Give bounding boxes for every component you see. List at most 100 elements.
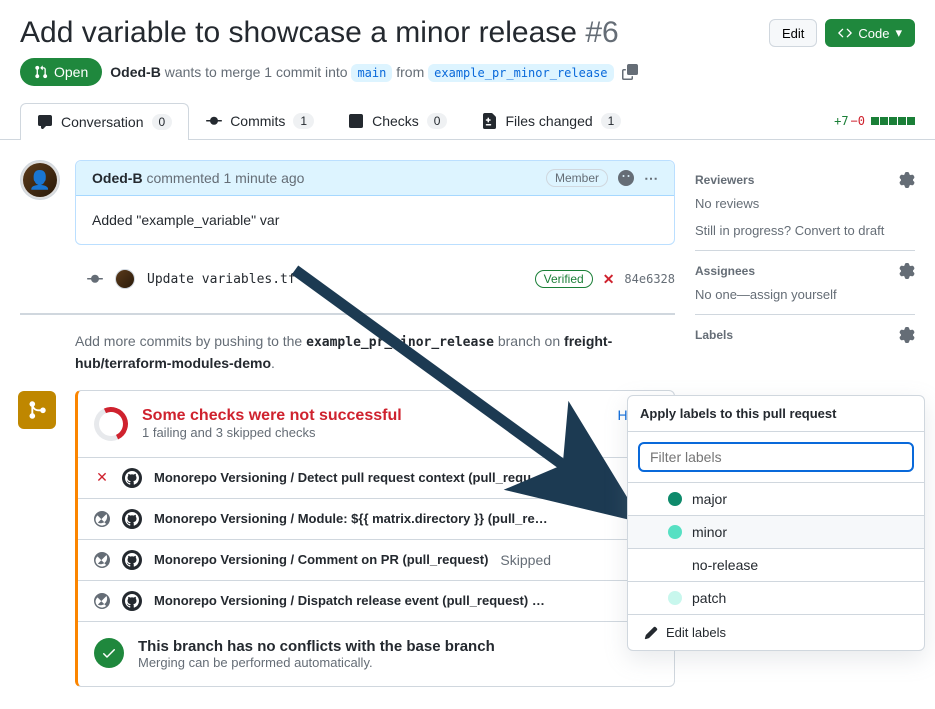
merge-ok-subtitle: Merging can be performed automatically. [138, 655, 495, 670]
label-swatch [668, 591, 682, 605]
tab-counter: 0 [152, 114, 173, 130]
assignees-none[interactable]: No one—assign yourself [695, 287, 915, 302]
smiley-icon[interactable] [618, 170, 634, 186]
file-diff-icon [481, 113, 497, 129]
gear-icon[interactable] [899, 327, 915, 343]
code-button-label: Code [858, 26, 889, 41]
edit-button[interactable]: Edit [769, 19, 817, 47]
check-status: Skipped [500, 552, 551, 568]
comment-body: Added "example_variable" var [76, 196, 674, 244]
pr-number: #6 [585, 16, 618, 49]
divider [20, 313, 675, 315]
tab-files[interactable]: Files changed 1 [464, 102, 638, 139]
comment-time[interactable]: 1 minute ago [224, 170, 305, 186]
code-icon [838, 26, 852, 40]
x-icon[interactable]: ✕ [603, 271, 615, 288]
pr-open-icon [34, 65, 48, 79]
tab-label: Checks [372, 113, 419, 129]
label-option[interactable]: minor [628, 515, 924, 548]
skip-icon [94, 511, 110, 527]
checks-title: Some checks were not successful [142, 407, 402, 425]
github-icon [122, 468, 142, 488]
tab-commits[interactable]: Commits 1 [189, 102, 331, 139]
label-option[interactable]: patch [628, 581, 924, 614]
commit-marker-icon [87, 271, 103, 287]
github-icon [122, 550, 142, 570]
check-name: Monorepo Versioning / Comment on PR (pul… [154, 552, 488, 567]
label-option[interactable]: major [628, 482, 924, 515]
comment-icon [37, 114, 53, 130]
tab-counter: 1 [601, 113, 622, 129]
commit-message[interactable]: Update variables.tf [147, 272, 296, 287]
commit-sha[interactable]: 84e6328 [624, 272, 675, 286]
edit-labels-text: Edit labels [666, 625, 726, 640]
check-name: Monorepo Versioning / Dispatch release e… [154, 593, 545, 608]
from-text: from [396, 64, 424, 80]
push-branch: example_pr_minor_release [306, 335, 494, 350]
checks-subtitle: 1 failing and 3 skipped checks [142, 425, 402, 440]
commit-icon [206, 113, 222, 129]
diffstat: +7 −0 [834, 114, 915, 128]
gear-icon[interactable] [899, 263, 915, 279]
diff-blocks [871, 117, 915, 125]
check-row[interactable]: Monorepo Versioning / Comment on PR (pul… [78, 539, 674, 580]
tab-label: Files changed [505, 113, 592, 129]
check-circle-icon [94, 638, 124, 668]
tab-conversation[interactable]: Conversation 0 [20, 103, 189, 140]
head-branch[interactable]: example_pr_minor_release [428, 64, 613, 82]
sidebar-reviewers-title: Reviewers [695, 173, 754, 187]
edit-labels-link[interactable]: Edit labels [628, 614, 924, 650]
author-avatar[interactable]: 👤 [20, 160, 60, 200]
checks-panel: Some checks were not successful 1 failin… [75, 390, 675, 687]
convert-draft-link[interactable]: Still in progress? Convert to draft [695, 223, 915, 238]
popover-title: Apply labels to this pull request [628, 396, 924, 432]
state-label: Open [54, 64, 88, 80]
github-icon [122, 591, 142, 611]
label-name: patch [692, 590, 726, 606]
x-icon: ✕ [94, 469, 110, 486]
sidebar-assignees-title: Assignees [695, 264, 755, 278]
base-branch[interactable]: main [351, 64, 392, 82]
check-row[interactable]: ✕ Monorepo Versioning / Detect pull reque… [78, 457, 674, 498]
copy-icon[interactable] [622, 64, 638, 80]
pr-title-text: Add variable to showcase a minor release [20, 16, 577, 49]
label-name: major [692, 491, 727, 507]
commit-avatar[interactable] [115, 269, 135, 289]
gear-icon[interactable] [899, 172, 915, 188]
check-name: Monorepo Versioning / Module: ${{ matrix… [154, 511, 548, 526]
push-hint: Add more commits by pushing to the examp… [75, 331, 675, 374]
comment-verb: commented [146, 170, 219, 186]
check-row[interactable]: Monorepo Versioning / Dispatch release e… [78, 580, 674, 621]
diff-add: +7 [834, 114, 848, 128]
merge-verb: wants to merge 1 commit into [165, 64, 348, 80]
check-name: Monorepo Versioning / Detect pull reques… [154, 470, 544, 485]
code-button[interactable]: Code ▾ [825, 19, 915, 47]
merge-ok-title: This branch has no conflicts with the ba… [138, 638, 495, 655]
commit-row: Update variables.tf Verified ✕ 84e6328 [87, 261, 675, 297]
chevron-down-icon: ▾ [895, 25, 902, 41]
kebab-icon[interactable]: ⋯ [644, 170, 658, 187]
pr-title: Add variable to showcase a minor release… [20, 16, 619, 50]
comment-box: Oded-B commented 1 minute ago Member ⋯ A… [75, 160, 675, 245]
comment-author[interactable]: Oded-B [92, 170, 143, 186]
filter-labels-input[interactable] [638, 442, 914, 472]
tab-checks[interactable]: Checks 0 [331, 102, 464, 139]
pencil-icon [644, 626, 658, 640]
tab-label: Conversation [61, 114, 144, 130]
label-option[interactable]: no-release [628, 548, 924, 581]
reviewers-none: No reviews [695, 196, 915, 211]
merge-icon-badge [18, 391, 56, 429]
tab-counter: 1 [293, 113, 314, 129]
label-swatch [668, 492, 682, 506]
tab-counter: 0 [427, 113, 448, 129]
check-row[interactable]: Monorepo Versioning / Module: ${{ matrix… [78, 498, 674, 539]
label-name: no-release [692, 557, 758, 573]
labels-popover: Apply labels to this pull request major m… [627, 395, 925, 651]
sidebar-labels-title: Labels [695, 328, 733, 342]
tab-label: Commits [230, 113, 285, 129]
verified-badge[interactable]: Verified [535, 270, 593, 288]
skip-icon [94, 593, 110, 609]
diff-del: −0 [851, 114, 865, 128]
member-badge: Member [546, 169, 608, 187]
author-link[interactable]: Oded-B [110, 64, 161, 80]
